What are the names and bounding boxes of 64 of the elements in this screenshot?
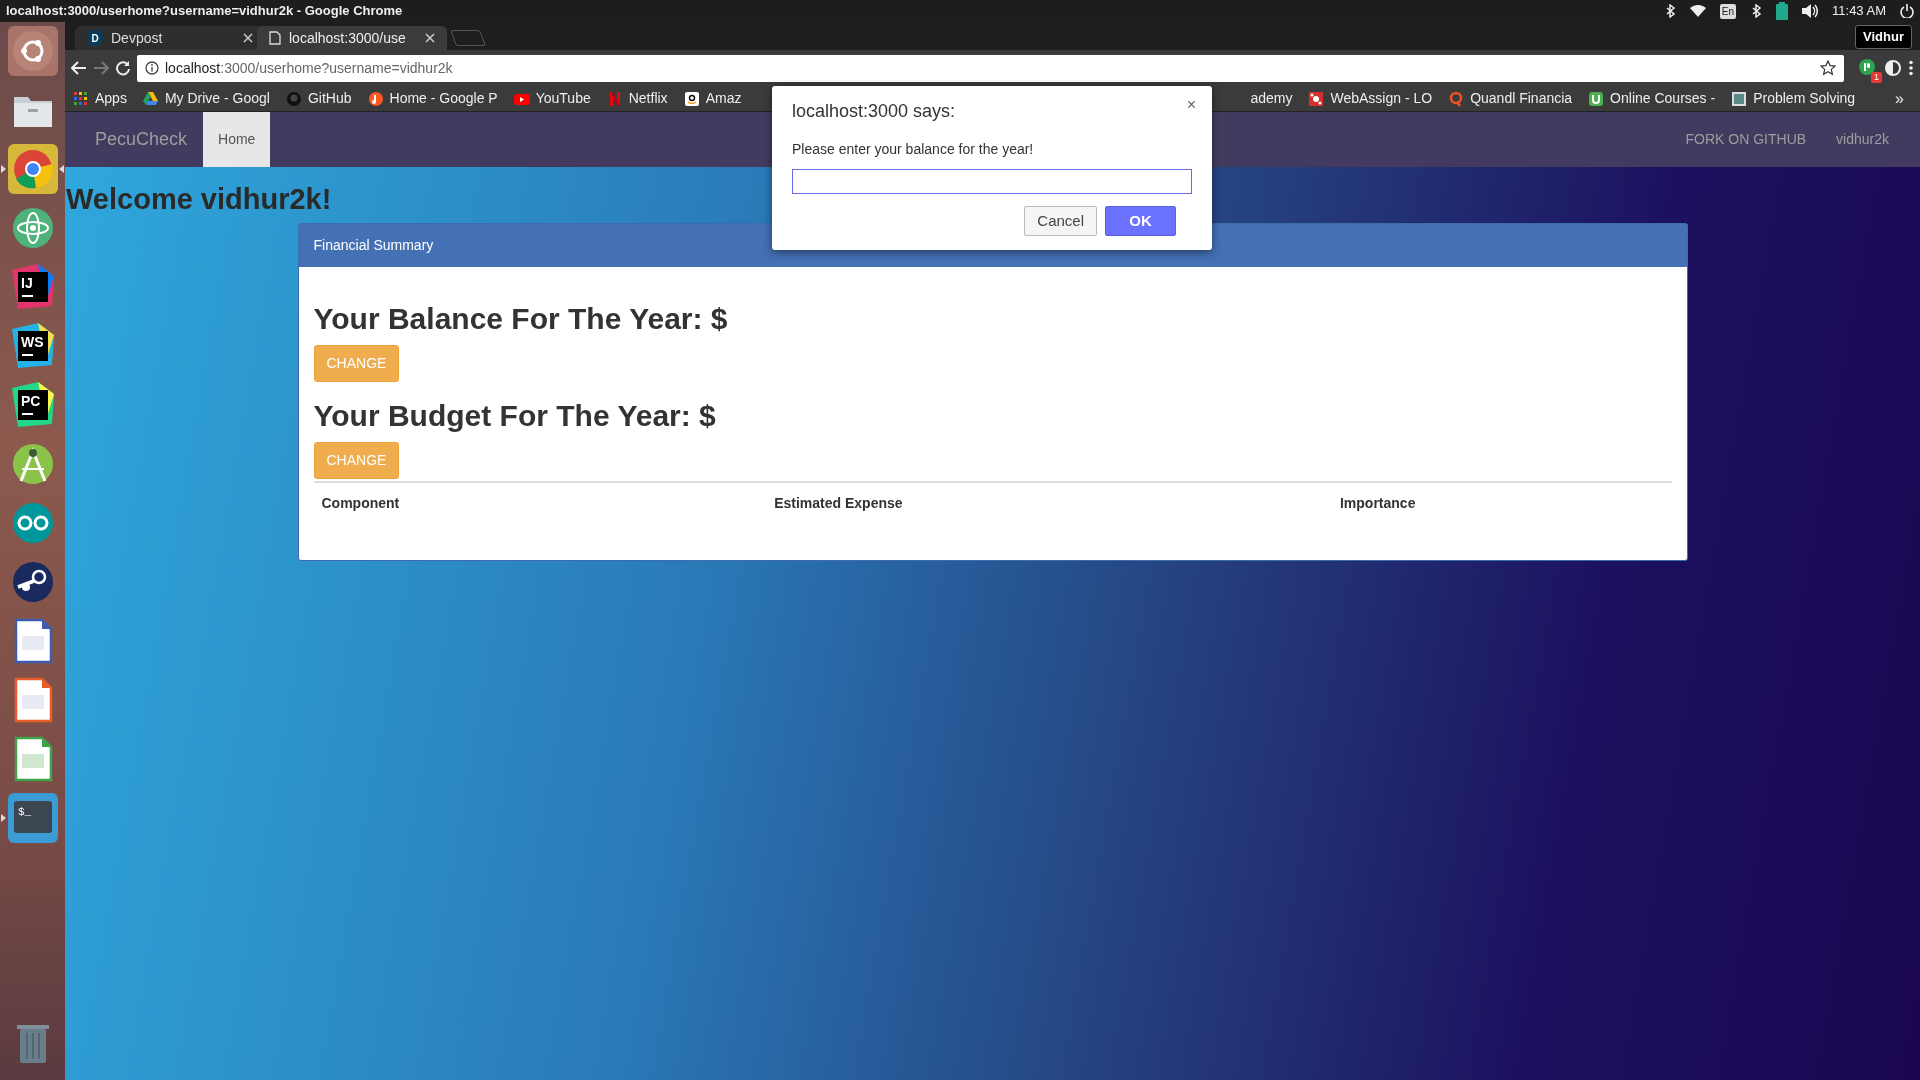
bookmark[interactable]: Quandl Financia [1448,88,1573,109]
nav-link[interactable]: FORK ON GITHUB [1670,112,1822,167]
picture-frame-icon [1731,90,1748,107]
launcher-item[interactable]: PC [0,380,65,430]
page-icon [269,31,281,45]
bookmark[interactable]: Amaz [683,88,742,109]
column-header: Importance [1339,493,1417,513]
bookmark[interactable]: Apps [73,88,127,109]
close-icon[interactable] [243,33,253,43]
bookmark[interactable]: Home - Google P [367,88,498,109]
column-header: Component [320,493,401,513]
bookmark[interactable]: WebAssign - LO [1308,88,1433,109]
github-icon [285,90,302,107]
info-icon[interactable] [145,61,159,75]
power-icon[interactable] [1900,4,1914,18]
menu-icon[interactable] [1908,60,1914,76]
extension-icon[interactable] [1858,58,1876,76]
forward-icon[interactable] [93,61,109,75]
overflow-chevron[interactable]: » [1895,86,1904,111]
apps-grid-icon [73,90,89,107]
bookmark[interactable]: GitHub [285,88,352,109]
dialog-message: Please enter your balance for the year! [792,140,1035,159]
clock[interactable]: 11:43 AM [1832,1,1886,21]
address-bar[interactable]: localhost:3000/userhome?username=vidhur2k [137,54,1844,82]
bookmark[interactable]: Netflix [606,88,668,109]
url-text: localhost:3000/userhome?username=vidhur2k [165,58,454,78]
nav-link[interactable]: Home [203,112,271,167]
close-button[interactable]: × [1180,92,1202,118]
section-heading: Your Budget For The Year: $ [313,397,717,434]
notification-badge: 1 [1871,72,1882,83]
smile-icon [683,90,700,107]
window-title: localhost:3000/userhome?username=vidhur2k - Google Chrome [5,2,403,21]
volume-icon[interactable] [1802,4,1819,18]
column-header: Estimated Expense [773,493,904,513]
ok-button[interactable]: OK [1105,206,1176,236]
section-heading: Your Balance For The Year: $ [313,300,729,337]
nav-link[interactable]: vidhur2k [1821,112,1904,167]
dialog-title: localhost:3000 says: [792,100,956,123]
magnifier-icon [1448,90,1465,107]
bookmark[interactable]: YouTube [513,88,591,109]
star-icon[interactable] [1820,60,1836,76]
browser-tab[interactable]: localhost:3000/use [257,26,447,50]
battery-icon[interactable] [1776,2,1789,20]
launcher-item[interactable]: WS [0,321,65,371]
bookmark[interactable]: Online Courses - [1588,88,1716,109]
back-icon[interactable] [71,61,87,75]
profile-badge[interactable]: Vidhur [1855,25,1912,49]
launcher-item[interactable] [0,144,65,194]
input-field[interactable] [792,169,1192,194]
brand-link[interactable]: PecuCheck [95,112,188,167]
welcome-heading: Welcome vidhur2k! [66,182,333,217]
bookmark[interactable]: Problem Solving [1731,88,1856,109]
wifi-icon[interactable] [1689,5,1706,17]
music-note-icon [367,90,384,107]
keyboard-indicator[interactable]: En [1719,3,1737,19]
launcher-item[interactable]: IJ [0,262,65,312]
drive-triangle-icon [142,90,159,107]
close-icon[interactable] [425,33,435,43]
bluetooth-icon[interactable] [1750,4,1763,18]
tab-favicon: D [87,30,103,46]
cancel-button[interactable]: Cancel [1024,206,1097,236]
bookmark[interactable]: ademy [1250,88,1293,109]
reload-icon[interactable] [115,60,131,76]
bookmark[interactable]: My Drive - Googl [142,88,270,109]
